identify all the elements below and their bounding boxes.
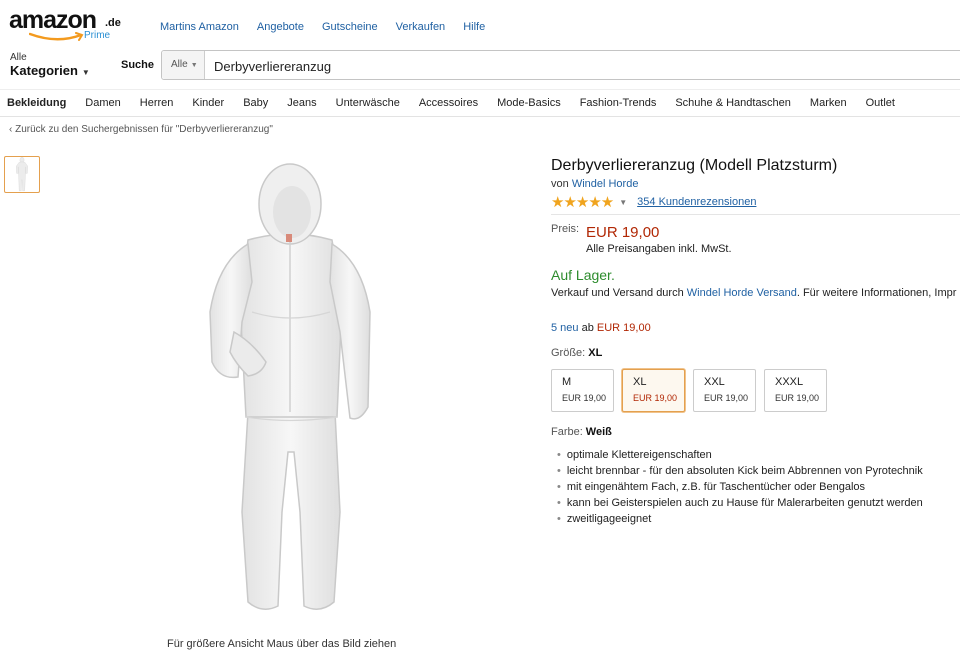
category-kinder[interactable]: Kinder: [192, 97, 224, 109]
category-baby[interactable]: Baby: [243, 97, 268, 109]
product-thumbnail[interactable]: [4, 156, 40, 193]
caret-down-icon[interactable]: ▼: [619, 198, 627, 207]
color-label: Farbe: Weiß: [551, 426, 612, 438]
size-option-price: EUR 19,00: [704, 393, 749, 403]
nav-link-angebote[interactable]: Angebote: [257, 21, 304, 33]
amazon-logo[interactable]: amazon .de Prime: [9, 6, 124, 44]
price-label: Preis:: [551, 223, 580, 235]
shipping-info: Verkauf und Versand durch Windel Horde V…: [551, 287, 956, 299]
size-option-label: XXL: [704, 376, 725, 388]
search-label: Suche: [121, 59, 155, 71]
size-label-text: Größe:: [551, 347, 586, 359]
logo-suffix: .de: [105, 17, 121, 29]
nav-link-account[interactable]: Martins Amazon: [160, 21, 239, 33]
size-option-m[interactable]: M EUR 19,00: [551, 369, 614, 412]
smile-arrow-icon: [29, 32, 84, 41]
search-query: Derbyverliereranzug: [214, 59, 332, 74]
top-nav: Martins Amazon Angebote Gutscheine Verka…: [160, 21, 503, 33]
product-main-image[interactable]: [190, 162, 390, 622]
size-option-xxl[interactable]: XXL EUR 19,00: [693, 369, 756, 412]
back-to-results-link[interactable]: ‹ Zurück zu den Suchergebnissen für "Der…: [9, 124, 273, 135]
seller-link[interactable]: Windel Horde Versand: [687, 287, 797, 299]
category-nav: Bekleidung Damen Herren Kinder Baby Jean…: [0, 89, 960, 117]
size-option-price: EUR 19,00: [633, 393, 678, 403]
shipping-prefix: Verkauf und Versand durch: [551, 287, 684, 299]
category-mode-basics[interactable]: Mode-Basics: [497, 97, 561, 109]
rating-row: ★★★★★ ▼ 354 Kundenrezensionen: [551, 193, 756, 211]
list-item: kann bei Geisterspielen auch zu Hause fü…: [557, 497, 923, 511]
size-option-label: M: [562, 376, 572, 388]
coverall-thumbnail-image: [16, 157, 28, 192]
product-byline: von Windel Horde: [551, 178, 638, 190]
new-offers-link[interactable]: 5 neu: [551, 322, 579, 334]
category-unterwaesche[interactable]: Unterwäsche: [336, 97, 400, 109]
feature-bullets: optimale Klettereigenschaften leicht bre…: [557, 449, 923, 529]
size-option-label: XL: [633, 376, 647, 388]
nav-link-gutscheine[interactable]: Gutscheine: [322, 21, 378, 33]
star-rating-icon[interactable]: ★★★★★: [551, 193, 614, 211]
nav-link-verkaufen[interactable]: Verkaufen: [396, 21, 446, 33]
reviews-link[interactable]: 354 Kundenrezensionen: [637, 196, 756, 208]
white-coverall-image: [209, 163, 371, 610]
categories-menu[interactable]: Alle Kategorien ▼: [10, 52, 90, 78]
size-option-price: EUR 19,00: [775, 393, 820, 403]
size-option-xl[interactable]: XL EUR 19,00: [622, 369, 685, 412]
size-selected-value: XL: [588, 347, 603, 359]
color-label-text: Farbe:: [551, 426, 583, 438]
prime-label: Prime: [84, 30, 111, 41]
offers-price: EUR 19,00: [596, 322, 651, 334]
search-scope-label: Alle: [171, 59, 188, 70]
offers-line: 5 neu ab EUR 19,00: [551, 322, 651, 334]
list-item: leicht brennbar - für den absoluten Kick…: [557, 465, 923, 479]
category-schuhe-handtaschen[interactable]: Schuhe & Handtaschen: [675, 97, 791, 109]
size-option-price: EUR 19,00: [562, 393, 607, 403]
category-fashion-trends[interactable]: Fashion-Trends: [580, 97, 657, 109]
category-outlet[interactable]: Outlet: [866, 97, 895, 109]
list-item: zweitligageeignet: [557, 513, 923, 527]
category-jeans[interactable]: Jeans: [287, 97, 316, 109]
nav-link-hilfe[interactable]: Hilfe: [463, 21, 485, 33]
category-accessoires[interactable]: Accessoires: [419, 97, 478, 109]
search-row: Alle Kategorien ▼ Suche Alle ▼ Derbyverlie…: [0, 50, 960, 84]
shipping-suffix: . Für weitere Informationen, Impr: [796, 287, 957, 299]
image-zoom-hint: Für größere Ansicht Maus über das Bild z…: [167, 638, 397, 650]
categories-small-label: Alle: [10, 52, 27, 63]
offers-ab: ab: [581, 322, 594, 334]
size-label: Größe: XL: [551, 347, 602, 359]
caret-down-icon: ▼: [81, 68, 90, 77]
size-selector: M EUR 19,00 XL EUR 19,00 XXL EUR 19,00 X…: [551, 369, 835, 412]
category-damen[interactable]: Damen: [85, 97, 120, 109]
price-note: Alle Preisangaben inkl. MwSt.: [586, 243, 732, 255]
search-input[interactable]: Alle ▼ Derbyverliereranzug: [161, 50, 960, 80]
category-marken[interactable]: Marken: [810, 97, 847, 109]
price-value: EUR 19,00: [586, 224, 660, 241]
size-option-label: XXXL: [775, 376, 804, 388]
divider: [551, 214, 960, 215]
list-item: mit eingenähtem Fach, z.B. für Taschentü…: [557, 481, 923, 495]
caret-down-icon: ▼: [190, 62, 198, 69]
brand-link[interactable]: Windel Horde: [572, 178, 639, 190]
category-herren[interactable]: Herren: [140, 97, 174, 109]
byline-prefix: von: [551, 178, 569, 190]
search-scope-dropdown[interactable]: Alle ▼: [162, 51, 205, 79]
stock-status: Auf Lager.: [551, 267, 615, 283]
category-bekleidung[interactable]: Bekleidung: [7, 97, 66, 109]
color-value: Weiß: [585, 426, 612, 438]
size-option-xxxl[interactable]: XXXL EUR 19,00: [764, 369, 827, 412]
categories-label: Kategorien: [10, 63, 78, 78]
list-item: optimale Klettereigenschaften: [557, 449, 923, 463]
product-title: Derbyverliereranzug (Modell Platzsturm): [551, 157, 838, 174]
